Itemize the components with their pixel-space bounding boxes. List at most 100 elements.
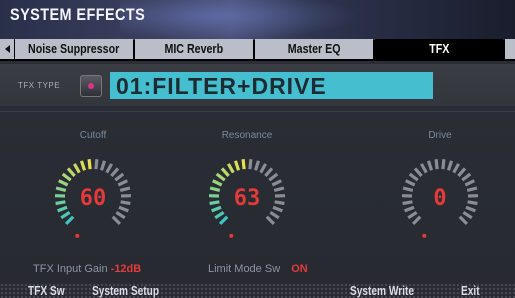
- input-gain-value: -12dB: [110, 263, 142, 275]
- knob-segment: [55, 186, 67, 192]
- knob-segment: [209, 186, 221, 192]
- knob-value: 60: [80, 186, 107, 211]
- title-bar-glow: [120, 0, 360, 40]
- knob-min-indicator: [75, 233, 80, 238]
- knob-segment: [464, 179, 475, 187]
- tab-mic-reverb[interactable]: MIC Reverb: [135, 39, 253, 59]
- knob-segment: [99, 160, 107, 171]
- exit-button[interactable]: Exit: [461, 283, 485, 298]
- knob-segment: [273, 186, 285, 192]
- limit-mode-value: ON: [291, 263, 308, 275]
- knob-segment: [57, 205, 68, 213]
- knob-min-indicator: [229, 233, 234, 238]
- knob-segment: [211, 205, 222, 213]
- tab-label: TFX: [428, 41, 450, 56]
- knob-segment: [114, 172, 125, 182]
- tab-tfx[interactable]: TFX: [375, 39, 503, 59]
- knob-segment: [61, 172, 72, 182]
- resonance-label: Resonance: [221, 130, 273, 141]
- knob-segment: [73, 163, 81, 174]
- knob-segment: [259, 163, 267, 174]
- knob-segment: [214, 211, 225, 220]
- knob-segment: [407, 211, 418, 220]
- tfx-type-label: TFX TYPE: [18, 81, 61, 90]
- tab-noise-suppressor[interactable]: Noise Suppressor: [15, 39, 133, 59]
- knob-segment: [268, 172, 279, 182]
- system-effects-screen: SYSTEM EFFECTS Noise Suppressor MIC Reve…: [0, 0, 515, 298]
- knob-segment: [458, 215, 469, 226]
- knob-segment: [462, 211, 473, 220]
- knob-segment: [272, 205, 283, 213]
- divider: [0, 111, 515, 112]
- knob-segment: [212, 179, 223, 187]
- title-bar: SYSTEM EFFECTS: [0, 0, 515, 40]
- knob-segment: [215, 172, 226, 182]
- knob-segment: [420, 163, 428, 174]
- cutoff-knob[interactable]: 60: [43, 145, 143, 245]
- system-write-button[interactable]: System Write: [350, 283, 432, 298]
- knob-segment: [60, 211, 71, 220]
- tfx-type-field[interactable]: 01:FILTER+DRIVE: [110, 72, 433, 99]
- knob-value: 63: [234, 186, 261, 211]
- resonance-knob[interactable]: 63: [197, 145, 297, 245]
- input-gain-label: TFX Input Gain: [33, 263, 108, 275]
- knob-segment: [434, 159, 439, 170]
- tab-scroll-right-icon[interactable]: [505, 39, 515, 59]
- knob-segment: [465, 205, 476, 213]
- knob-segment: [58, 179, 69, 187]
- exit-label: Exit: [461, 283, 480, 298]
- knob-segment: [404, 205, 415, 213]
- knob-segment: [209, 200, 220, 206]
- knob-segment: [220, 167, 230, 177]
- limit-mode-param[interactable]: Limit Mode Sw ON: [208, 263, 308, 275]
- knob-segment: [241, 159, 246, 170]
- drive-knob[interactable]: 0: [390, 145, 490, 245]
- knob-segment: [467, 200, 478, 206]
- knob-segment: [274, 200, 285, 206]
- knob-segment: [115, 211, 126, 220]
- knob-segment: [55, 200, 66, 206]
- page-title: SYSTEM EFFECTS: [10, 5, 146, 24]
- knob-segment: [426, 160, 434, 171]
- knob-segment: [457, 167, 467, 177]
- knob-segment: [87, 159, 92, 170]
- knob-segment: [446, 160, 454, 171]
- tab-master-eq[interactable]: Master EQ: [255, 39, 373, 59]
- knob-segment: [66, 167, 76, 177]
- tab-label: Master EQ: [287, 41, 341, 56]
- knob-segment: [94, 159, 99, 170]
- knob-segment: [441, 159, 446, 170]
- tfx-sw-button[interactable]: TFX Sw: [28, 283, 75, 298]
- tfx-type-value: 01:FILTER+DRIVE: [116, 73, 327, 99]
- knob-segment: [408, 172, 419, 182]
- input-gain-param[interactable]: TFX Input Gain -12dB: [33, 263, 141, 275]
- knob-segment: [405, 179, 416, 187]
- knob-min-indicator: [422, 233, 427, 238]
- knob-segment: [218, 215, 229, 226]
- knob-segment: [64, 215, 75, 226]
- knob-segment: [269, 211, 280, 220]
- knob-segment: [227, 163, 235, 174]
- tab-scroll-left-icon[interactable]: [0, 39, 14, 59]
- tab-label: Noise Suppressor: [28, 41, 120, 56]
- cutoff-label: Cutoff: [79, 130, 107, 141]
- tab-bar: Noise Suppressor MIC Reverb Master EQ TF…: [0, 37, 515, 61]
- tfx-type-button[interactable]: [80, 75, 102, 97]
- system-setup-button[interactable]: System Setup: [92, 283, 178, 298]
- knob-segment: [105, 163, 113, 174]
- indicator-dot-icon: [88, 83, 94, 89]
- knob-segment: [264, 167, 274, 177]
- knob-segment: [117, 179, 128, 187]
- knob-segment: [118, 205, 129, 213]
- system-write-label: System Write: [350, 283, 415, 298]
- knob-segment: [233, 160, 241, 171]
- knob-segment: [253, 160, 261, 171]
- knob-segment: [120, 200, 131, 206]
- system-setup-label: System Setup: [92, 283, 160, 298]
- drive-label: Drive: [428, 130, 452, 141]
- knob-segment: [411, 215, 422, 226]
- knob-segment: [79, 160, 87, 171]
- knob-segment: [413, 167, 423, 177]
- footer-bar: [0, 283, 515, 298]
- knob-segment: [461, 172, 472, 182]
